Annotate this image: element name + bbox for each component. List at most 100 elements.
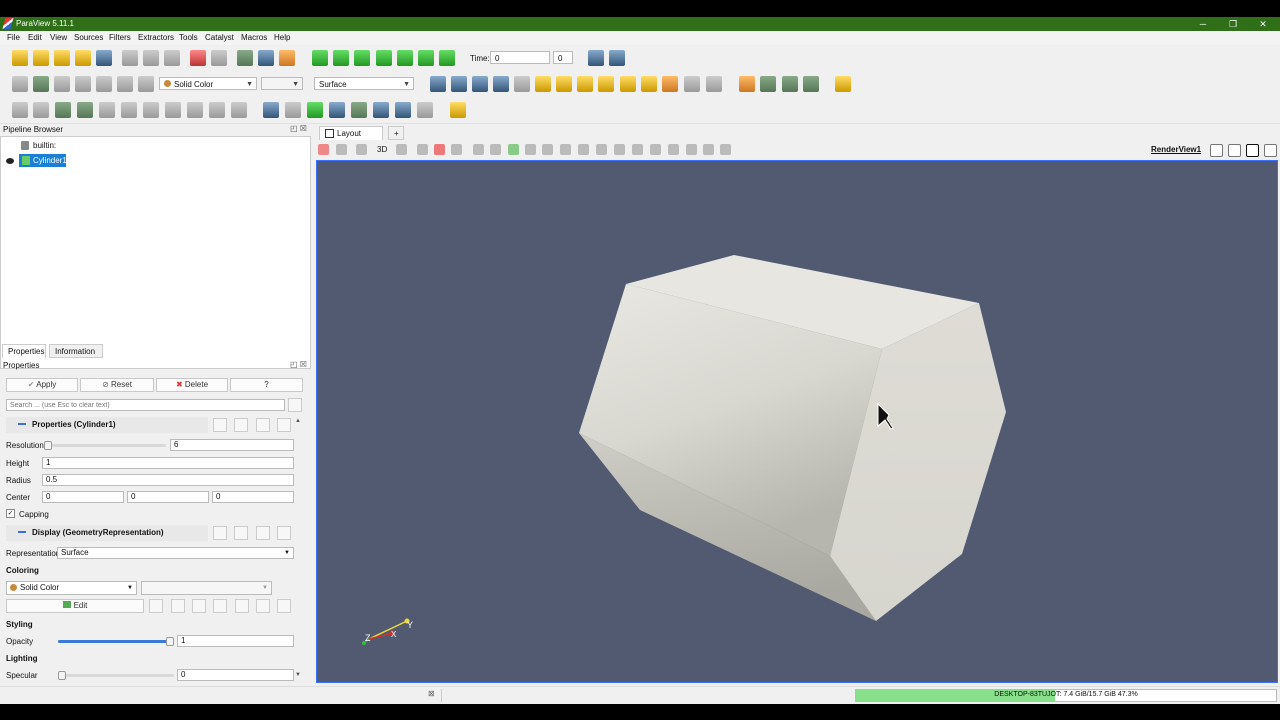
open-icon[interactable] [12, 50, 28, 66]
isometric-view-icon[interactable] [662, 76, 678, 92]
time-input[interactable]: 0 [490, 51, 550, 64]
shrink-selection-icon[interactable] [578, 144, 589, 155]
save-state-icon[interactable] [75, 50, 91, 66]
section-display[interactable]: Display (GeometryRepresentation) [6, 525, 208, 541]
subtract-selection-icon[interactable] [703, 144, 714, 155]
reverse-play-icon[interactable] [354, 50, 370, 66]
resolution-slider-handle[interactable] [44, 441, 52, 450]
hover-query-icon[interactable] [668, 144, 679, 155]
add-selection-icon[interactable] [686, 144, 697, 155]
add-layout-tab-button[interactable]: + [388, 126, 404, 140]
histogram-icon[interactable] [307, 102, 323, 118]
center-axes-icon[interactable] [760, 76, 776, 92]
status-close-icon[interactable]: ⊠ [428, 689, 438, 701]
loop-icon[interactable] [439, 50, 455, 66]
polygon-select-icon[interactable] [508, 144, 519, 155]
time-step-spinner[interactable]: 0 [553, 51, 573, 64]
scroll-up-icon[interactable]: ▲ [295, 418, 301, 424]
tab-information[interactable]: Information [49, 344, 103, 358]
view-pos-x-icon[interactable] [535, 76, 551, 92]
plot-selection-icon[interactable] [285, 102, 301, 118]
save-data-icon[interactable] [54, 50, 70, 66]
rescale-visible-icon[interactable] [235, 599, 249, 613]
redo-icon[interactable] [211, 50, 227, 66]
paste-icon[interactable] [234, 418, 248, 432]
play-icon[interactable] [376, 50, 392, 66]
palette-icon[interactable] [279, 50, 295, 66]
trash-icon[interactable] [720, 144, 731, 155]
center-z-field[interactable]: 0 [212, 491, 294, 503]
interactive-select-icon[interactable] [490, 144, 501, 155]
center-y-field[interactable]: 0 [127, 491, 209, 503]
zoom-selection-icon[interactable] [396, 144, 407, 155]
tab-layout-1[interactable]: Layout #1☒ [319, 126, 383, 152]
copy-icon[interactable] [213, 418, 227, 432]
extract-subset-icon[interactable] [121, 102, 137, 118]
glyph-icon[interactable] [143, 102, 159, 118]
select-point-on-icon[interactable] [614, 144, 625, 155]
pencil-icon[interactable] [351, 102, 367, 118]
rescale-temporal-icon[interactable] [213, 599, 227, 613]
python-shell-icon[interactable] [237, 50, 253, 66]
interaction-mode-icon[interactable] [739, 76, 755, 92]
menu-tools[interactable]: Tools [179, 33, 198, 42]
python-calc-icon[interactable] [329, 102, 345, 118]
zoom-box-icon[interactable] [514, 76, 530, 92]
close-window-button[interactable]: ✕ [1248, 17, 1278, 31]
clip-icon[interactable] [55, 102, 71, 118]
open-folder-icon[interactable] [33, 50, 49, 66]
specular-slider-handle[interactable] [58, 671, 66, 680]
show-center-icon[interactable] [782, 76, 798, 92]
properties-scrollbar[interactable]: ▲ ▼ [294, 418, 302, 682]
height-field[interactable]: 1 [42, 457, 294, 469]
section-properties[interactable]: Properties (Cylinder1) [6, 417, 208, 433]
reset-range-icon[interactable] [54, 76, 70, 92]
threshold-icon[interactable] [99, 102, 115, 118]
refresh-icon[interactable] [256, 526, 270, 540]
properties-search-input[interactable] [6, 399, 285, 411]
calculator-icon[interactable] [12, 102, 28, 118]
menu-macros[interactable]: Macros [241, 33, 267, 42]
eye-icon[interactable] [6, 158, 14, 164]
center-x-field[interactable]: 0 [42, 491, 124, 503]
disconnect-icon[interactable] [122, 50, 138, 66]
select-points-icon[interactable] [434, 144, 445, 155]
menu-help[interactable]: Help [274, 33, 290, 42]
connect-icon[interactable] [96, 50, 112, 66]
edit-colormap-icon[interactable] [33, 76, 49, 92]
coloring-component-select[interactable]: ▼ [141, 581, 272, 595]
view-neg-y-icon[interactable] [598, 76, 614, 92]
maximize-view-icon[interactable] [1246, 144, 1259, 157]
properties-dock-buttons[interactable]: ◰ ☒ [290, 360, 307, 369]
paste-icon[interactable] [234, 526, 248, 540]
rotate-cw-icon[interactable] [684, 76, 700, 92]
representation-toolbar-combo[interactable]: Surface ▼ [314, 77, 414, 90]
toggle-color-legend-icon[interactable] [12, 76, 28, 92]
capping-checkbox[interactable]: ✓ [6, 509, 15, 518]
menu-extractors[interactable]: Extractors [138, 33, 174, 42]
reset-session-icon[interactable] [164, 50, 180, 66]
scroll-down-icon[interactable]: ▼ [295, 672, 301, 678]
reset-closest-icon[interactable] [451, 76, 467, 92]
copy-icon[interactable] [213, 526, 227, 540]
apply-button[interactable]: ✔ Apply [6, 378, 78, 392]
toggle-3d-button[interactable]: 3D [377, 145, 387, 154]
rescale-custom-icon[interactable] [192, 599, 206, 613]
zoom-data-icon[interactable] [588, 50, 604, 66]
edit-selection-icon[interactable] [650, 144, 661, 155]
axes-grid-icon[interactable] [395, 102, 411, 118]
representation-select[interactable]: Surface ▼ [57, 547, 294, 559]
render-view-1[interactable]: X Y Z [316, 160, 1278, 683]
choose-preset-icon[interactable] [277, 599, 291, 613]
undo-icon[interactable] [190, 50, 206, 66]
pipeline-item-builtin[interactable]: builtin: [33, 141, 56, 150]
minimize-button[interactable]: ─ [1188, 17, 1218, 31]
rescale-range-icon[interactable] [171, 599, 185, 613]
radius-field[interactable]: 0.5 [42, 474, 294, 486]
memory-inspector-bar[interactable]: DESKTOP-83TUJOT: 7.4 GiB/15.7 GiB 47.3% [855, 689, 1277, 702]
slice-icon[interactable] [77, 102, 93, 118]
view-neg-z-icon[interactable] [641, 76, 657, 92]
remove-unused-icon[interactable] [256, 599, 270, 613]
delete-button[interactable]: ✖ Delete [156, 378, 228, 392]
menu-view[interactable]: View [50, 33, 67, 42]
